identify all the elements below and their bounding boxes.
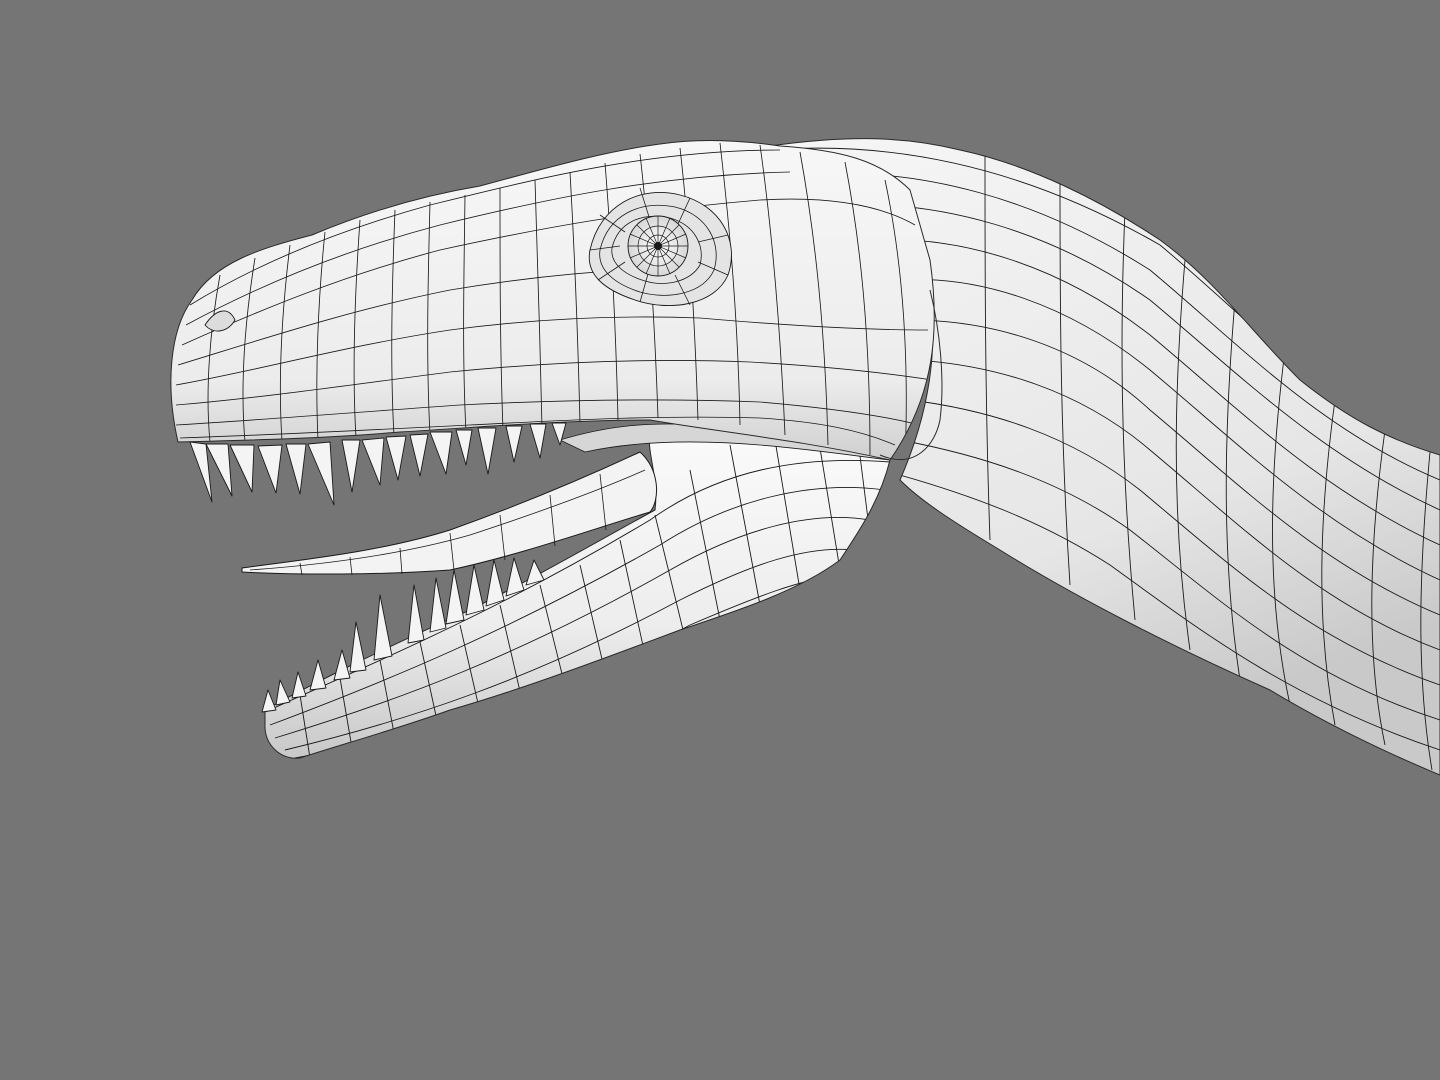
render-canvas [0, 0, 1440, 1080]
pupil [654, 242, 662, 250]
render-viewport [0, 0, 1440, 1080]
